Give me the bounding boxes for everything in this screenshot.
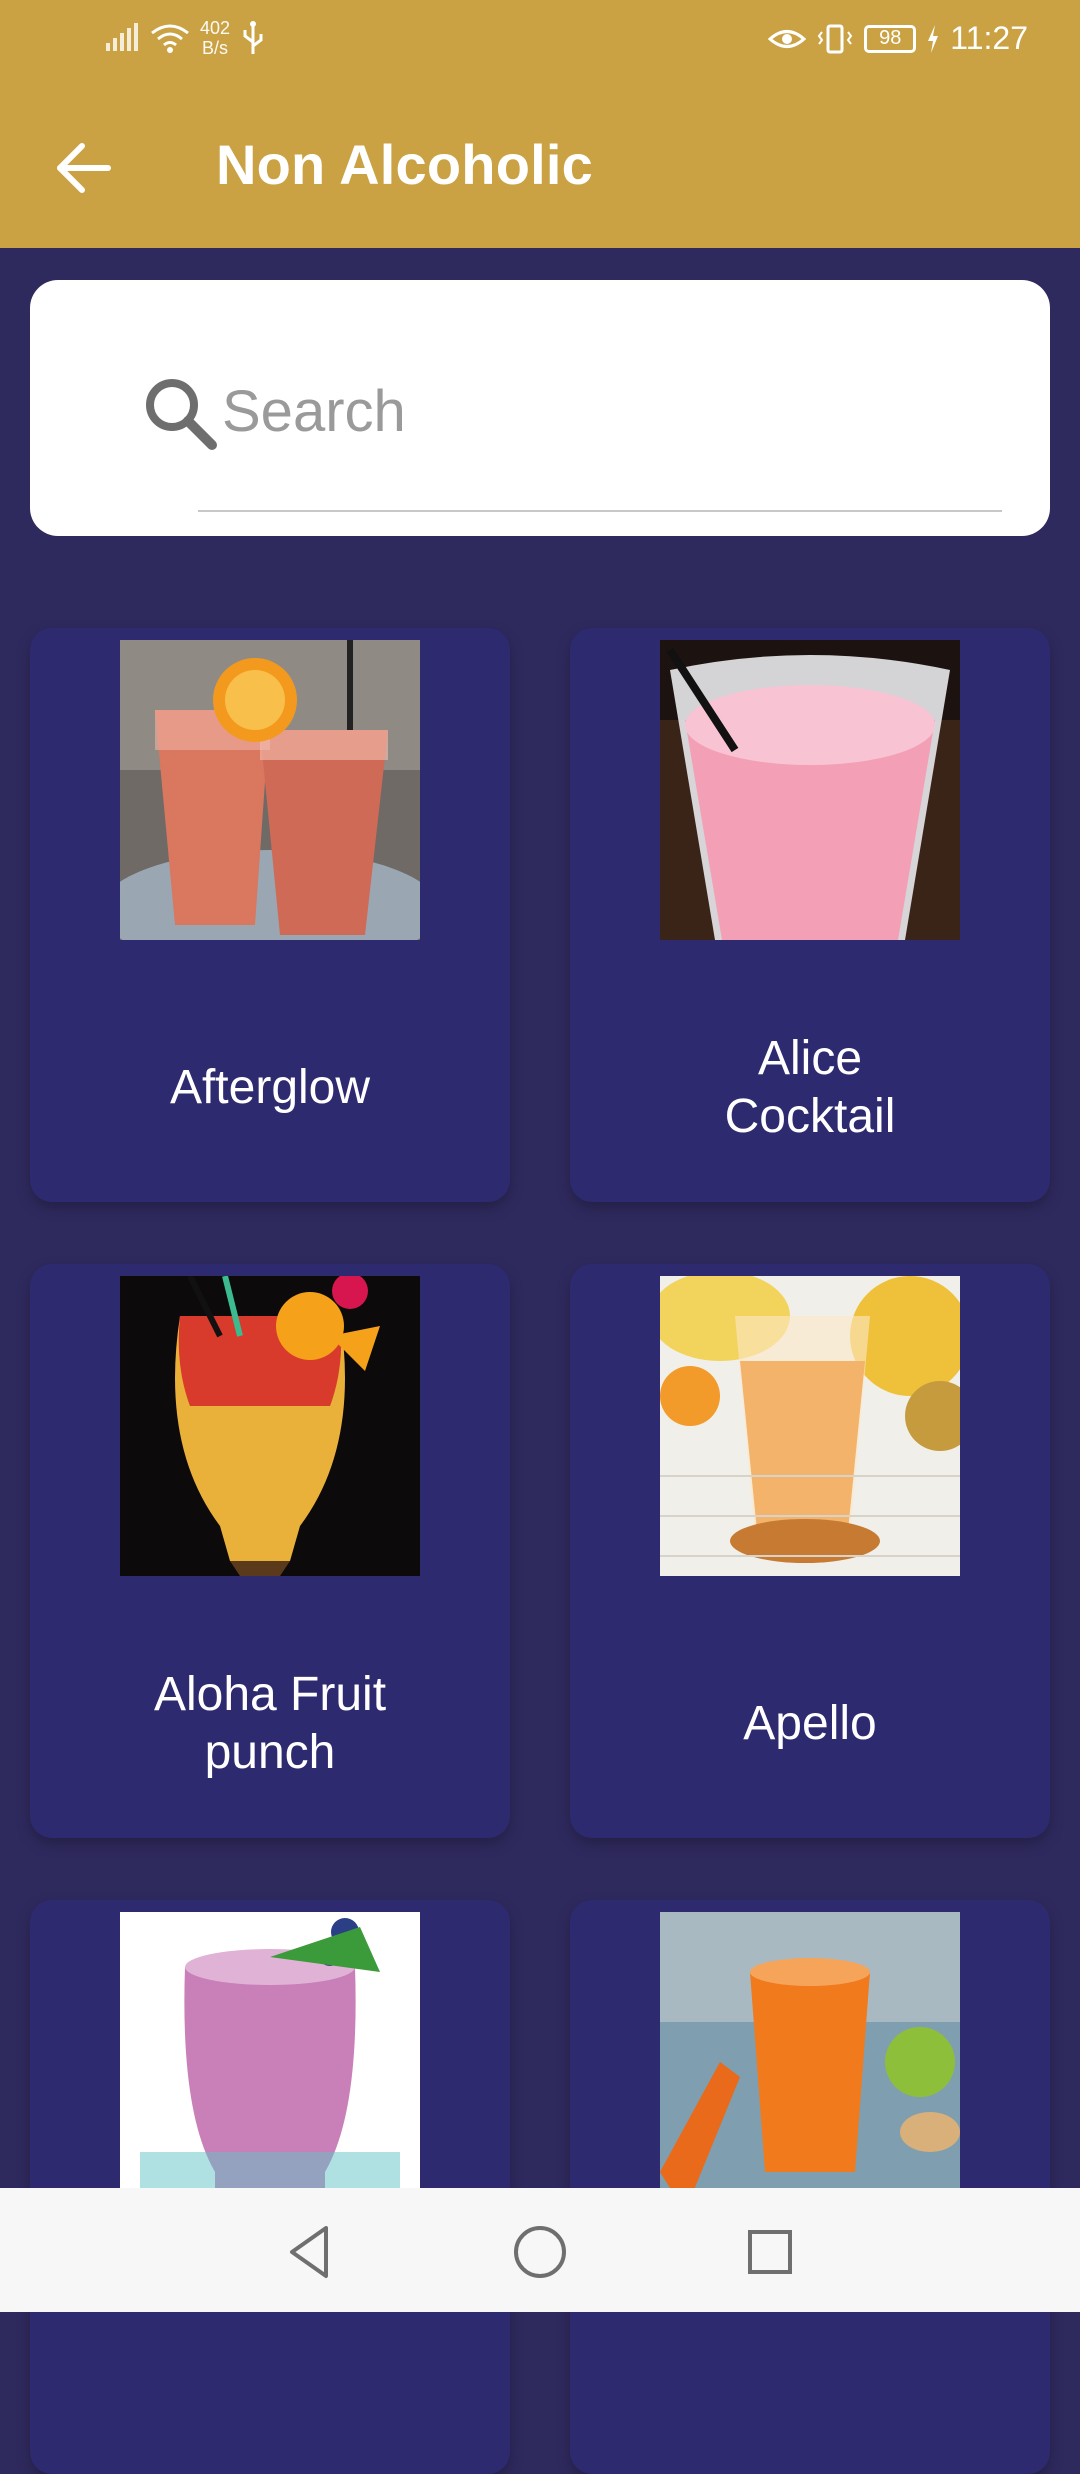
back-button[interactable]: [52, 136, 116, 200]
drink-name: Aloha Fruit punch: [50, 1654, 490, 1794]
arrow-left-icon: [57, 143, 111, 193]
drink-card-aloha-fruit-punch[interactable]: Aloha Fruit punch: [30, 1264, 510, 1838]
drink-image: [120, 1276, 420, 1576]
drink-card-alice-cocktail[interactable]: Alice Cocktail: [570, 628, 1050, 1202]
drink-card-apello[interactable]: Apello: [570, 1264, 1050, 1838]
drink-card-afterglow[interactable]: Afterglow: [30, 628, 510, 1202]
network-speed-unit: B/s: [202, 38, 229, 58]
eye-icon: [768, 29, 807, 48]
drink-image: [120, 1912, 420, 2212]
home-circle-icon: [514, 2226, 566, 2278]
nav-back-button[interactable]: [278, 2220, 342, 2284]
drink-image: [660, 1912, 960, 2212]
battery-level: 98: [879, 27, 902, 49]
drink-name-text: Aloha Fruit punch: [153, 1668, 387, 1779]
nav-home-button[interactable]: [508, 2220, 572, 2284]
recents-square-icon: [748, 2230, 792, 2274]
drink-name: Afterglow: [50, 1018, 490, 1158]
status-bar: 402 B/s 98 11:27: [0, 0, 1080, 80]
search-underline: [198, 510, 1002, 512]
app-bar: Non Alcoholic: [0, 80, 1080, 248]
usb-icon: [243, 21, 263, 54]
battery-icon: 98: [864, 24, 917, 53]
drink-name-text: Apello: [743, 1697, 877, 1750]
page-title: Non Alcoholic: [216, 133, 593, 196]
drink-name-text: Alice Cocktail: [724, 1032, 896, 1143]
drink-image: [660, 1276, 960, 1576]
clock: 11:27: [950, 20, 1028, 56]
vibrate-icon: [818, 24, 853, 53]
drink-name: Apello: [590, 1654, 1030, 1794]
drink-card[interactable]: [30, 1900, 510, 2474]
network-speed-value: 402: [200, 18, 231, 38]
signal-icon: [106, 23, 138, 51]
wifi-icon: [151, 24, 189, 53]
status-left-group: 402 B/s: [104, 18, 266, 58]
drink-image: [660, 640, 960, 940]
search-input[interactable]: [190, 366, 1032, 456]
back-triangle-icon: [290, 2226, 328, 2278]
system-nav-bar: [0, 2188, 1080, 2312]
network-speed: 402 B/s: [200, 18, 230, 58]
drink-image: [120, 640, 420, 940]
drink-name-text: Afterglow: [169, 1061, 371, 1114]
charging-icon: [928, 24, 939, 53]
nav-recents-button[interactable]: [738, 2220, 802, 2284]
drink-name: Alice Cocktail: [590, 1018, 1030, 1158]
status-right-group: 98 11:27: [768, 20, 1028, 57]
drink-card[interactable]: [570, 1900, 1050, 2474]
